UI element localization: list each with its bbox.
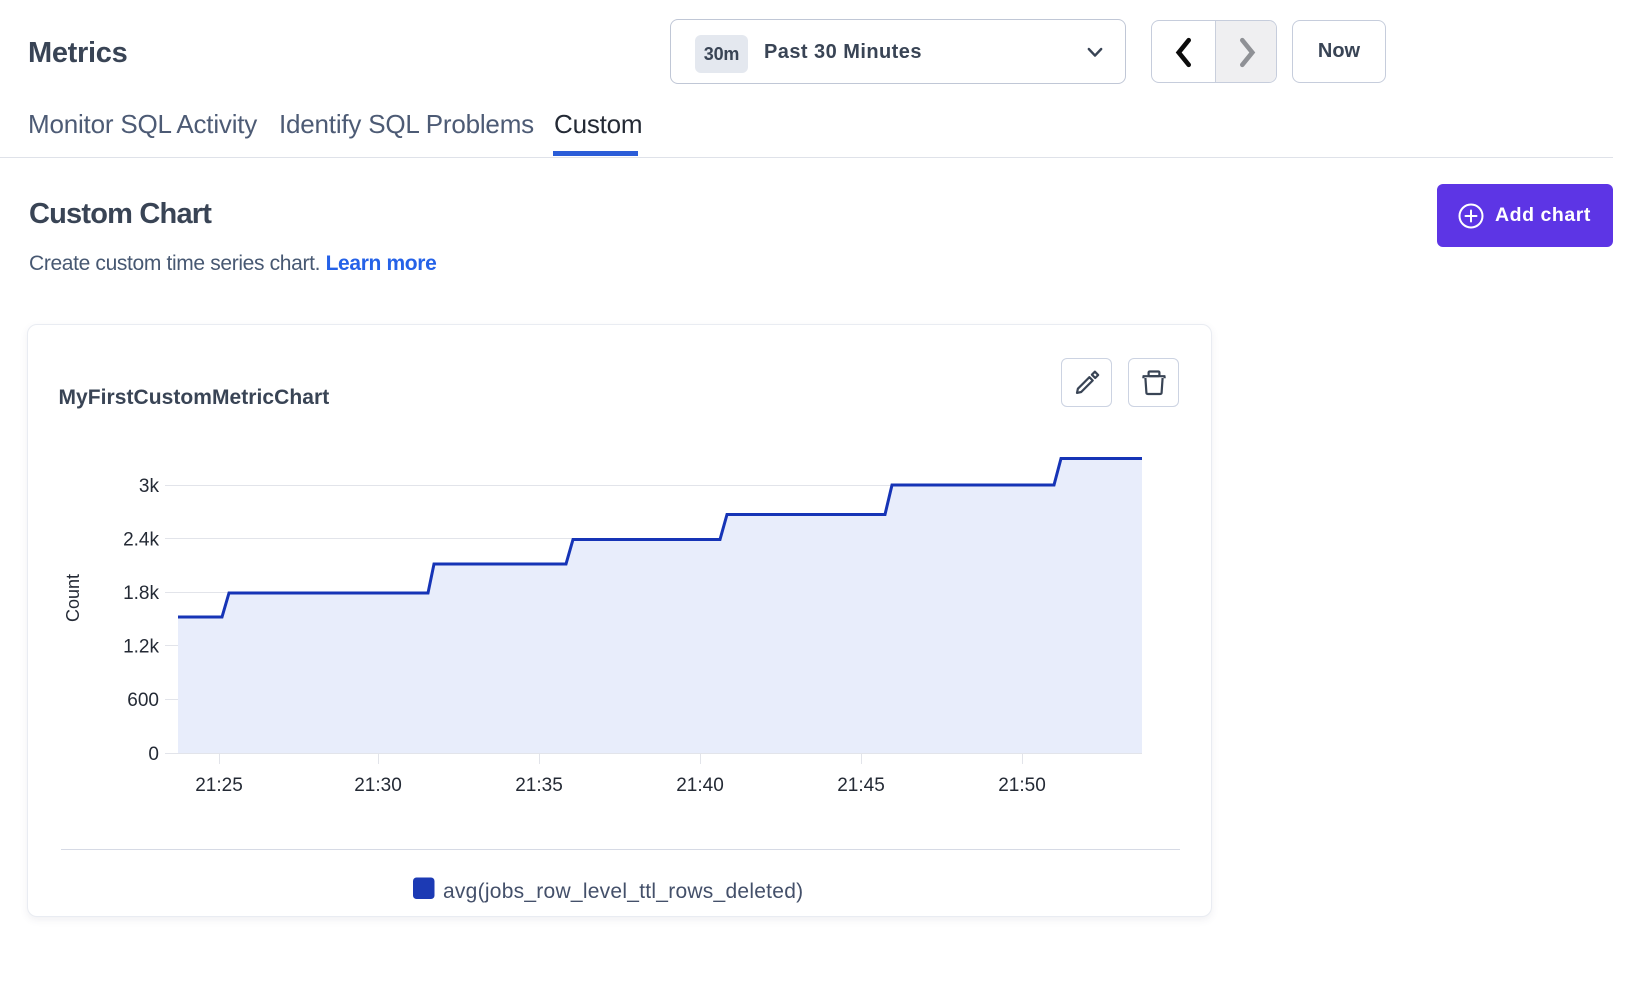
svg-text:Count: Count <box>63 574 83 622</box>
svg-text:2.4k: 2.4k <box>123 530 159 551</box>
svg-text:avg(jobs_row_level_ttl_rows_de: avg(jobs_row_level_ttl_rows_deleted) <box>443 880 803 903</box>
svg-text:21:40: 21:40 <box>676 775 724 796</box>
svg-text:0: 0 <box>148 744 159 765</box>
svg-text:1.2k: 1.2k <box>123 637 159 658</box>
svg-text:21:30: 21:30 <box>354 775 402 796</box>
svg-text:21:50: 21:50 <box>998 775 1046 796</box>
svg-text:3k: 3k <box>139 476 160 497</box>
svg-text:1.8k: 1.8k <box>123 583 159 604</box>
svg-text:21:35: 21:35 <box>515 775 563 796</box>
svg-text:21:25: 21:25 <box>195 775 243 796</box>
svg-text:600: 600 <box>127 690 159 711</box>
svg-text:21:45: 21:45 <box>837 775 885 796</box>
